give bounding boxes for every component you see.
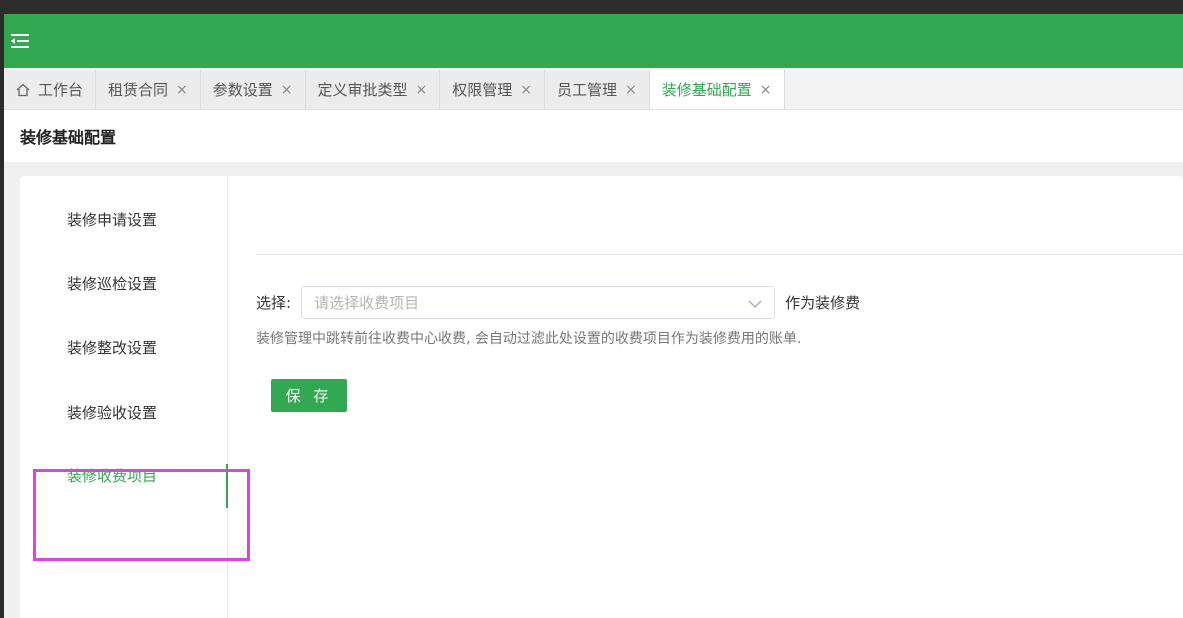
side-item-rectification-settings[interactable]: 装修整改设置 (67, 337, 157, 358)
tab-parameter-settings[interactable]: 参数设置 × (200, 70, 306, 109)
tab-lease-contract[interactable]: 租赁合同 × (96, 70, 201, 109)
tab-label: 参数设置 (212, 81, 273, 99)
select-suffix: 作为装修费 (785, 294, 861, 312)
close-icon[interactable]: × (625, 82, 637, 98)
tab-renovation-config[interactable]: 装修基础配置 × (649, 70, 785, 109)
content-panel: 装修申请设置 装修巡检设置 装修整改设置 装修验收设置 装修收费项目 选择: 请… (20, 176, 1183, 618)
side-item-acceptance-settings[interactable]: 装修验收设置 (67, 402, 157, 423)
hint-text: 装修管理中跳转前往收费中心收费, 会自动过滤此处设置的收费项目作为装修费用的账单… (256, 331, 802, 347)
annotation-highlight-box (33, 469, 250, 561)
tab-approval-types[interactable]: 定义审批类型 × (305, 70, 441, 109)
close-icon[interactable]: × (416, 82, 428, 98)
side-item-inspection-settings[interactable]: 装修巡检设置 (67, 273, 157, 294)
tab-label: 员工管理 (557, 81, 618, 99)
fee-select-row: 选择: 请选择收费项目 作为装修费 (256, 286, 860, 319)
tab-label: 定义审批类型 (317, 81, 408, 99)
app-frame: 工作台 租赁合同 × 参数设置 × 定义审批类型 × 权限管理 × 员工管理 ×… (4, 14, 1183, 618)
divider (256, 254, 1183, 255)
close-icon[interactable]: × (176, 82, 188, 98)
fee-item-select[interactable]: 请选择收费项目 (301, 286, 776, 319)
tab-label: 装修基础配置 (661, 81, 752, 99)
tab-employees[interactable]: 员工管理 × (545, 70, 650, 109)
app-header (4, 14, 1183, 68)
tab-label: 工作台 (38, 81, 84, 99)
close-icon[interactable]: × (281, 82, 293, 98)
tab-permissions[interactable]: 权限管理 × (440, 70, 546, 109)
select-placeholder: 请选择收费项目 (314, 294, 420, 312)
close-icon[interactable]: × (520, 82, 532, 98)
page-title: 装修基础配置 (4, 110, 1183, 162)
tab-workbench[interactable]: 工作台 (4, 70, 97, 109)
window-top-strip (0, 0, 1183, 14)
tab-label: 租赁合同 (108, 81, 169, 99)
tab-label: 权限管理 (452, 81, 513, 99)
tab-bar: 工作台 租赁合同 × 参数设置 × 定义审批类型 × 权限管理 × 员工管理 ×… (4, 68, 1183, 110)
chevron-down-icon (748, 293, 762, 312)
close-icon[interactable]: × (760, 82, 772, 98)
home-icon (16, 83, 30, 97)
side-item-apply-settings[interactable]: 装修申请设置 (67, 209, 157, 230)
select-label: 选择: (256, 294, 292, 312)
menu-toggle-icon[interactable] (10, 29, 34, 53)
save-button[interactable]: 保 存 (271, 379, 347, 412)
